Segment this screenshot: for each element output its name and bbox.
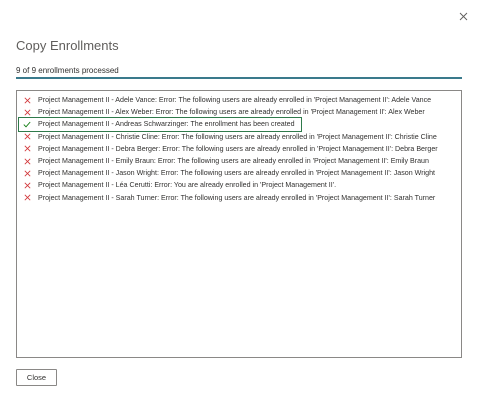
result-row[interactable]: Project Management II - Debra Berger: Er… (19, 143, 459, 155)
result-row[interactable]: Project Management II - Andreas Schwarzi… (18, 117, 302, 132)
result-row[interactable]: Project Management II - Sarah Turner: Er… (19, 192, 459, 204)
result-row[interactable]: Project Management II - Léa Cerutti: Err… (19, 179, 459, 191)
copy-enrollments-dialog: Copy Enrollments 9 of 9 enrollments proc… (0, 0, 481, 405)
result-row[interactable]: Project Management II - Alex Weber: Erro… (19, 106, 459, 118)
result-text: Project Management II - Adele Vance: Err… (38, 96, 432, 105)
close-button[interactable]: Close (16, 369, 57, 386)
error-x-icon (21, 180, 33, 190)
error-x-icon (21, 95, 33, 105)
close-icon[interactable] (455, 8, 471, 24)
progress-status-text: 9 of 9 enrollments processed (16, 66, 119, 75)
result-text: Project Management II - Christie Cline: … (38, 132, 437, 141)
results-list[interactable]: Project Management II - Adele Vance: Err… (16, 90, 462, 358)
result-row[interactable]: Project Management II - Jason Wright: Er… (19, 167, 459, 179)
error-x-icon (21, 132, 33, 142)
error-x-icon (21, 193, 33, 203)
result-text: Project Management II - Emily Braun: Err… (38, 157, 429, 166)
result-row[interactable]: Project Management II - Emily Braun: Err… (19, 155, 459, 167)
result-text: Project Management II - Andreas Schwarzi… (38, 120, 295, 129)
error-x-icon (21, 168, 33, 178)
error-x-icon (21, 156, 33, 166)
result-text: Project Management II - Sarah Turner: Er… (38, 193, 436, 202)
dialog-title: Copy Enrollments (16, 38, 119, 53)
result-row[interactable]: Project Management II - Christie Cline: … (19, 131, 459, 143)
result-text: Project Management II - Jason Wright: Er… (38, 169, 435, 178)
result-text: Project Management II - Debra Berger: Er… (38, 144, 438, 153)
error-x-icon (21, 144, 33, 154)
checkmark-icon (21, 119, 33, 129)
error-x-icon (21, 107, 33, 117)
progress-bar (16, 77, 462, 79)
result-text: Project Management II - Alex Weber: Erro… (38, 108, 425, 117)
result-text: Project Management II - Léa Cerutti: Err… (38, 181, 337, 190)
result-row[interactable]: Project Management II - Adele Vance: Err… (19, 94, 459, 106)
progress-bar-fill (16, 77, 462, 79)
